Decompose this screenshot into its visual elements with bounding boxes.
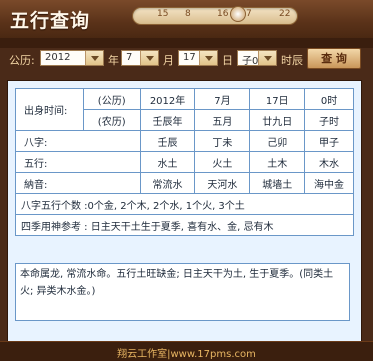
table-cell: 天河水 (194, 172, 251, 194)
table-cell: 常流水 (139, 172, 196, 194)
nayin-label: 納音: (15, 172, 141, 194)
hour-value: 子0 (242, 56, 259, 67)
table-cell: 城墙土 (249, 172, 306, 194)
table-cell: 2012年 (139, 88, 196, 110)
chevron-down-icon[interactable] (140, 51, 158, 65)
bazi-label: 八字: (15, 130, 141, 152)
day-unit: 日 (222, 54, 233, 67)
table-cell: 0时 (304, 88, 354, 110)
year-select[interactable]: 2012 (40, 50, 104, 66)
table-row: 五行: 水土 火土 土木 木水 (15, 151, 354, 173)
hour-select[interactable]: 子0 (237, 50, 277, 67)
chevron-down-icon[interactable] (85, 51, 103, 65)
table-row: 八字五行个数 :0个金, 2个木, 2个水, 1个火, 3个土 (15, 193, 354, 215)
query-button[interactable]: 查 询 (307, 48, 361, 69)
slider-tick: 7 (246, 9, 252, 19)
table-cell: 廿九日 (249, 109, 306, 131)
slider-tick: 8 (185, 9, 191, 19)
season-reference: 四季用神参考 : 日主天干土生于夏季, 喜有水、金, 忌有木 (15, 214, 354, 236)
table-row: 出身时间: (公历) 2012年 7月 17日 0时 (15, 88, 354, 131)
date-slider[interactable]: 15 8 16 7 22 (132, 6, 298, 25)
year-value: 2012 (45, 52, 71, 63)
table-row: 八字: 壬辰 丁未 己卯 甲子 (15, 130, 354, 152)
date-controls: 公历: 2012 年 7 月 17 日 子0 时辰 查 询 (0, 48, 373, 72)
table-cell: 甲子 (304, 130, 354, 152)
wuxing-count: 八字五行个数 :0个金, 2个木, 2个水, 1个火, 3个土 (15, 193, 354, 215)
birth-time-label: 出身时间: (15, 88, 84, 131)
wuxing-label: 五行: (15, 151, 141, 173)
table-cell: 海中金 (304, 172, 354, 194)
month-unit: 月 (163, 54, 174, 67)
month-value: 7 (126, 52, 133, 63)
slider-tick: 16 (217, 9, 229, 19)
chevron-down-icon[interactable] (199, 51, 217, 65)
table-cell: 五月 (194, 109, 251, 131)
lunar-label: (农历) (82, 109, 141, 131)
table-cell: 壬辰 (139, 130, 196, 152)
table-row: 四季用神参考 : 日主天干土生于夏季, 喜有水、金, 忌有木 (15, 214, 354, 236)
slider-tick: 15 (157, 9, 169, 19)
footer: 翔云工作室|www.17pms.com (0, 341, 373, 361)
table-cell: 17日 (249, 88, 306, 110)
app-title: 五行查询 (10, 10, 91, 32)
header-bar: 五行查询 15 8 16 7 22 (0, 0, 373, 39)
header-strip (0, 38, 373, 48)
day-select[interactable]: 17 (178, 50, 218, 66)
solar-label: (公历) (82, 88, 141, 110)
footer-text[interactable]: 翔云工作室|www.17pms.com (0, 345, 373, 360)
day-value: 17 (183, 52, 196, 63)
hour-unit: 时辰 (281, 54, 303, 67)
table-cell: 子时 (304, 109, 354, 131)
calendar-label: 公历: (9, 54, 35, 67)
table-cell: 壬辰年 (139, 109, 196, 131)
table-cell: 火土 (194, 151, 251, 173)
table-cell: 木水 (304, 151, 354, 173)
table-row: 納音: 常流水 天河水 城墙土 海中金 (15, 172, 354, 194)
slider-tick: 22 (279, 9, 291, 19)
summary-text: 本命属龙, 常流水命。五行土旺缺金; 日主天干为土, 生于夏季。(同类土火; 异… (15, 263, 350, 321)
month-select[interactable]: 7 (121, 50, 159, 66)
table-cell: 丁未 (194, 130, 251, 152)
bazi-table: 出身时间: (公历) 2012年 7月 17日 0时 (农历) 壬辰年 五月 廿… (15, 88, 354, 236)
table-cell: 土木 (249, 151, 306, 173)
table-cell: 己卯 (249, 130, 306, 152)
table-cell: 7月 (194, 88, 251, 110)
chevron-down-icon[interactable] (258, 51, 276, 65)
slider-knob[interactable] (230, 6, 246, 22)
table-cell: 水土 (139, 151, 196, 173)
year-unit: 年 (108, 54, 119, 67)
result-panel: 出身时间: (公历) 2012年 7月 17日 0时 (农历) 壬辰年 五月 廿… (7, 80, 362, 342)
